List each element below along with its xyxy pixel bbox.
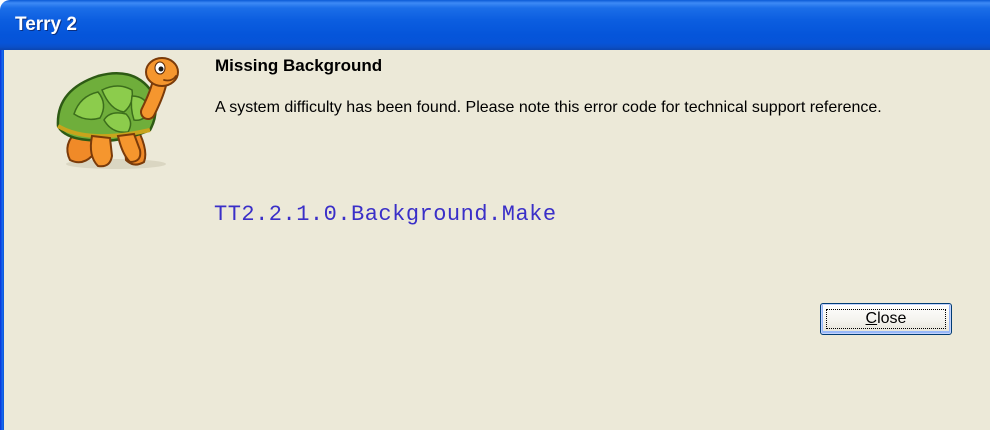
- dialog-window: Terry 2 Missing Background A system diff…: [0, 0, 990, 430]
- title-bar[interactable]: Terry 2: [0, 0, 990, 50]
- window-title: Terry 2: [15, 14, 77, 35]
- window-left-border: [0, 50, 4, 430]
- error-message: A system difficulty has been found. Plea…: [215, 99, 882, 116]
- close-button[interactable]: Close: [820, 303, 952, 335]
- close-mnemonic: C: [865, 310, 878, 327]
- error-heading: Missing Background: [215, 56, 383, 75]
- close-button-label: Close: [821, 310, 951, 328]
- error-code: TT2.2.1.0.Background.Make: [214, 202, 557, 227]
- close-label-rest: lose: [877, 310, 907, 327]
- turtle-mascot-icon: [56, 57, 179, 169]
